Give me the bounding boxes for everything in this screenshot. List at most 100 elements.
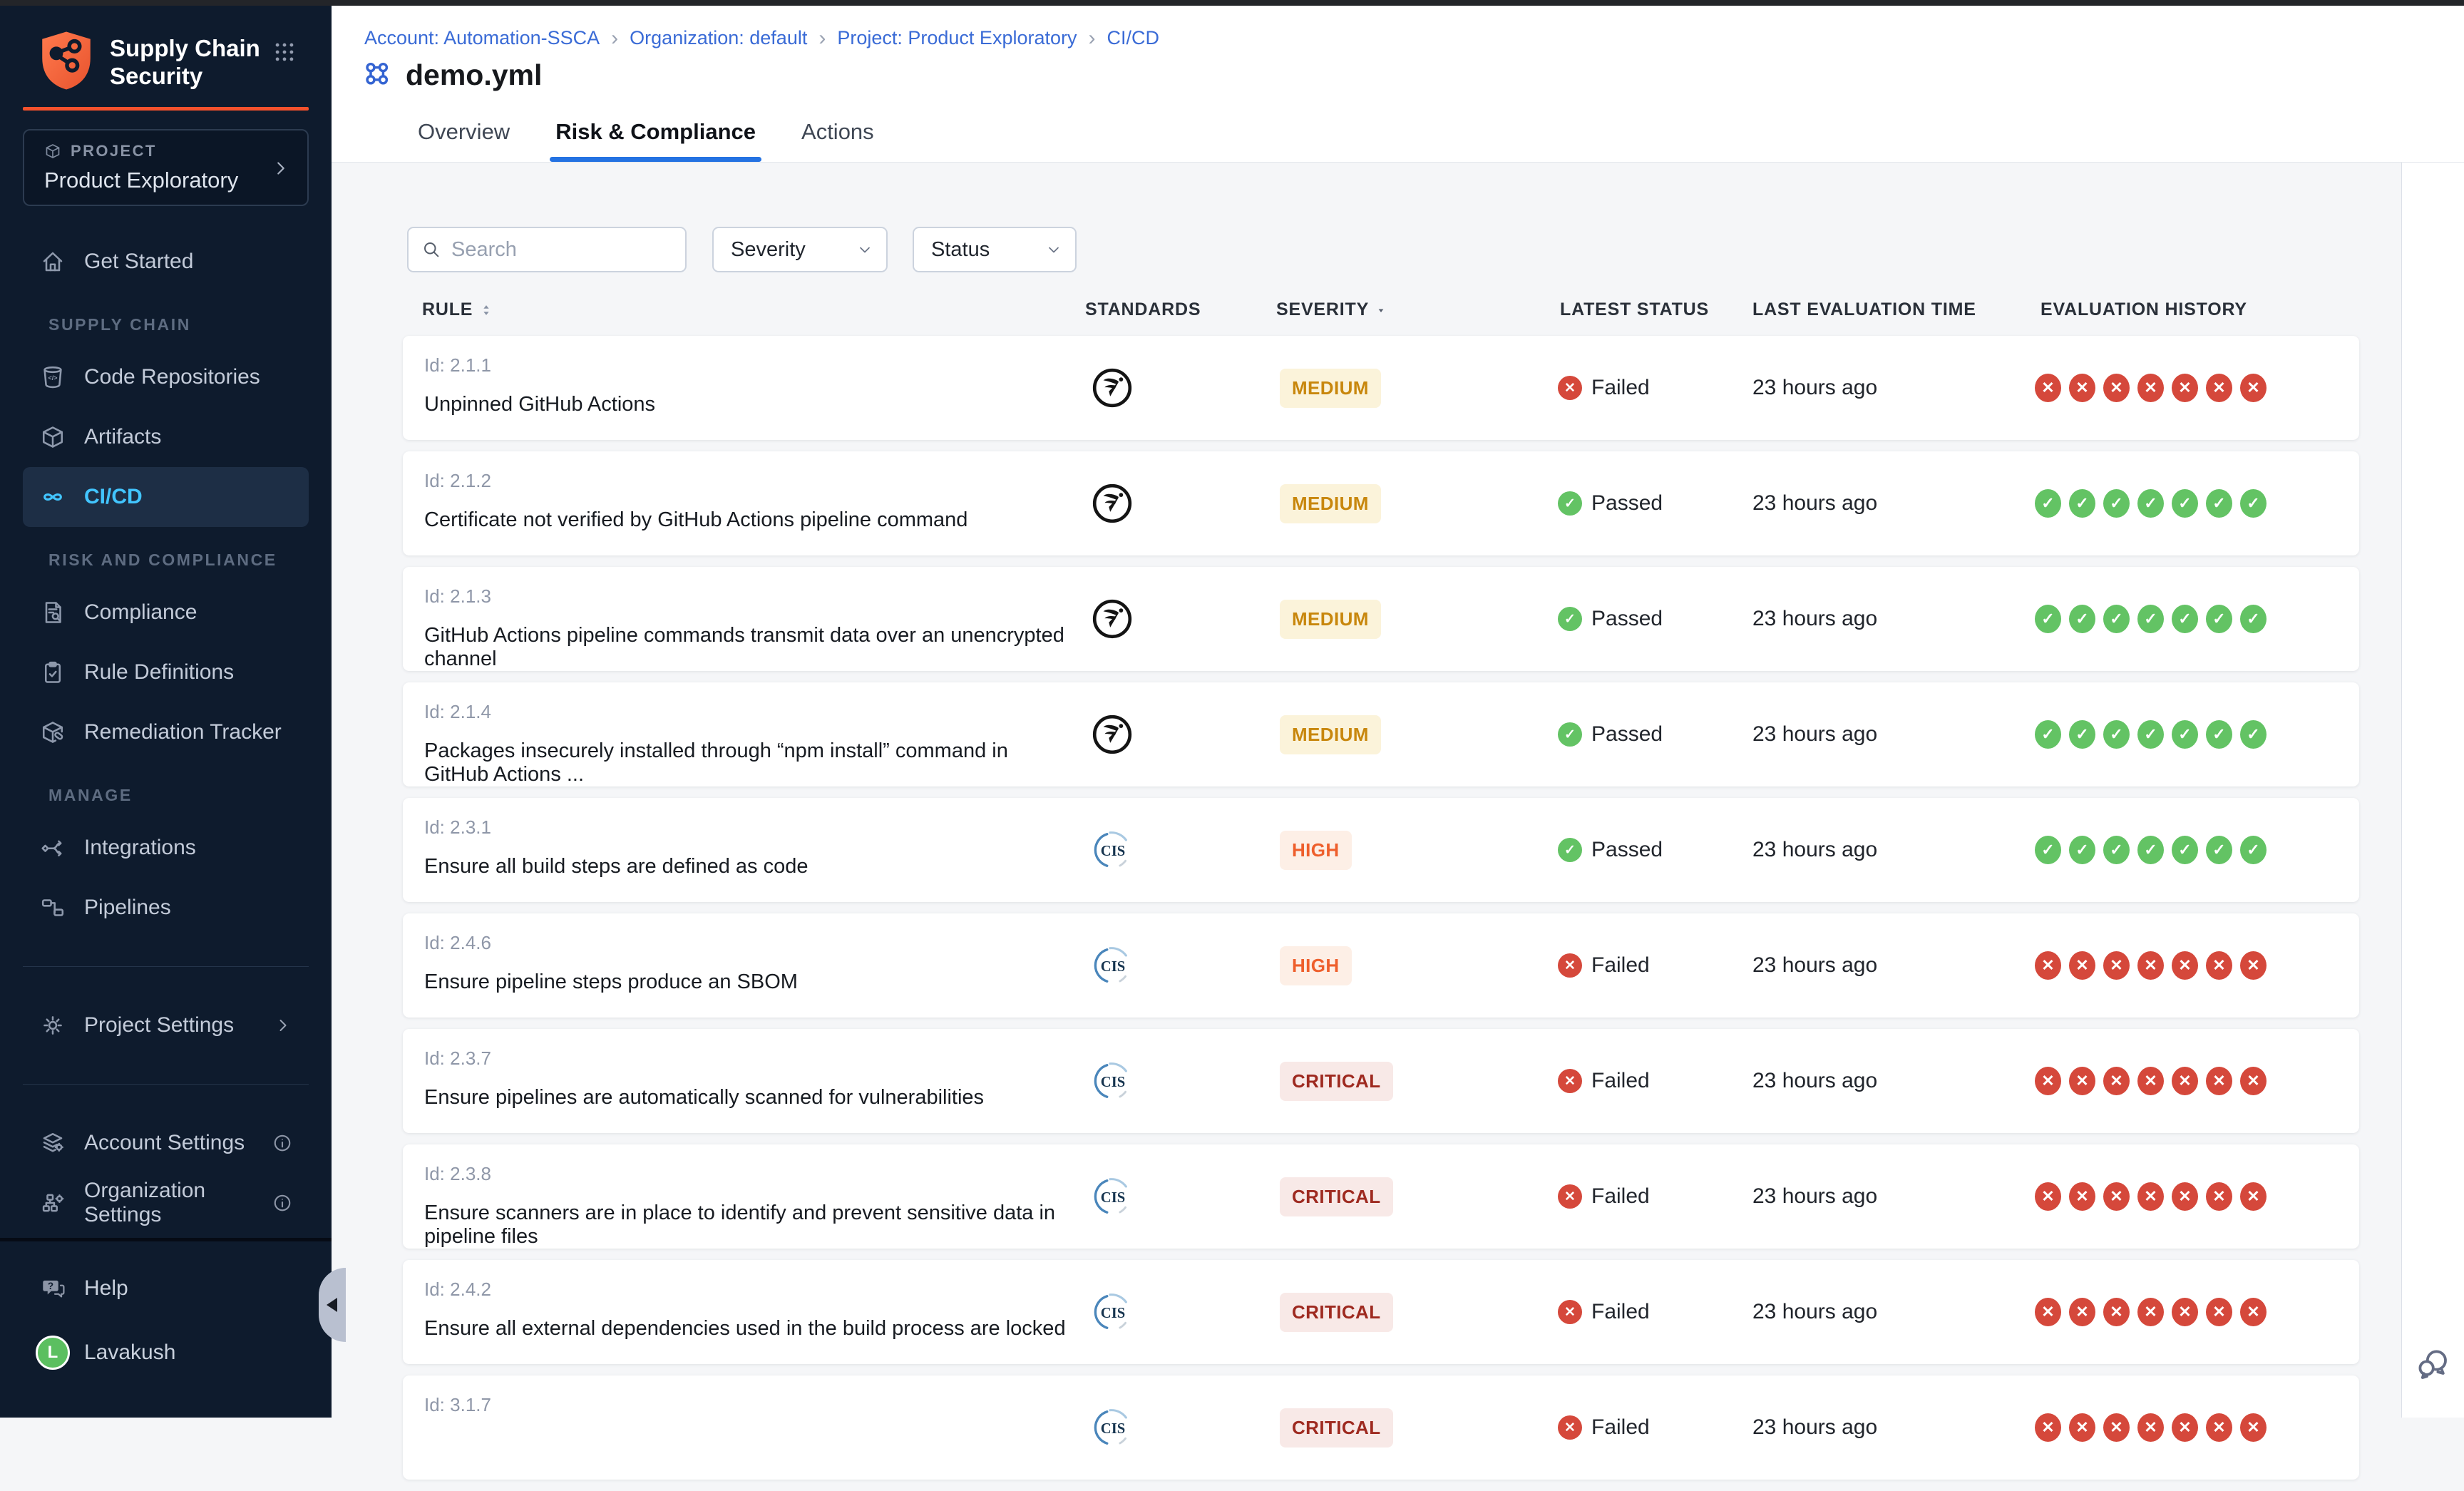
rule-row[interactable]: Id: 2.3.1 Ensure all build steps are def… <box>403 798 2359 902</box>
history-fail-icon: ✕ <box>2035 1067 2061 1095</box>
sidebar-item-remediation-tracker[interactable]: Remediation Tracker <box>23 702 309 762</box>
sidebar-item-label: Code Repositories <box>84 365 260 389</box>
evaluation-history: ✓✓✓✓✓✓✓ <box>2014 682 2359 787</box>
rules-table-body: Id: 2.1.1 Unpinned GitHub Actions MEDIUM… <box>403 336 2359 1491</box>
user-menu[interactable]: L Lavakush <box>0 1336 332 1370</box>
history-pass-icon: ✓ <box>2172 720 2198 749</box>
last-evaluation-time: 23 hours ago <box>1729 1375 2014 1480</box>
status-failed-icon: ✕ <box>1558 376 1582 400</box>
module-switcher-icon[interactable] <box>272 40 297 64</box>
status-failed-icon: ✕ <box>1558 1069 1582 1093</box>
rule-row[interactable]: Id: 2.1.4 Packages insecurely installed … <box>403 682 2359 787</box>
severity-filter-dropdown[interactable]: Severity <box>712 227 888 272</box>
sidebar-item-label: Project Settings <box>84 1013 234 1037</box>
user-name: Lavakush <box>84 1341 175 1365</box>
rule-row[interactable]: Id: 2.1.2 Certificate not verified by Gi… <box>403 451 2359 555</box>
rule-name: Packages insecurely installed through “n… <box>424 739 1066 787</box>
column-header-rule[interactable]: RULE <box>403 299 1066 320</box>
svg-text:</>: </> <box>48 374 57 381</box>
sort-desc-icon <box>1375 304 1387 317</box>
search-input[interactable] <box>451 238 672 262</box>
rule-row[interactable]: Id: 2.3.8 Ensure scanners are in place t… <box>403 1144 2359 1249</box>
last-evaluation-time: 23 hours ago <box>1729 798 2014 902</box>
status-text: Passed <box>1591 838 1663 862</box>
evaluation-history: ✕✕✕✕✕✕✕ <box>2014 913 2359 1018</box>
history-fail-icon: ✕ <box>2206 951 2232 980</box>
last-evaluation-time: 23 hours ago <box>1729 1260 2014 1364</box>
rule-row[interactable]: Id: 2.1.1 Unpinned GitHub Actions MEDIUM… <box>403 336 2359 440</box>
column-header-standards: STANDARDS <box>1066 299 1258 320</box>
chevron-right-icon <box>270 158 292 179</box>
rule-row[interactable]: Id: 2.3.7 Ensure pipelines are automatic… <box>403 1029 2359 1133</box>
rule-row[interactable]: Id: 3.1.7 CIS CRITICAL ✕ Failed 23 hours… <box>403 1375 2359 1480</box>
history-pass-icon: ✓ <box>2206 836 2232 864</box>
search-box[interactable] <box>407 227 687 272</box>
breadcrumb-link[interactable]: CI/CD <box>1107 27 1160 49</box>
cis-standard-icon: CIS <box>1090 943 1134 988</box>
history-fail-icon: ✕ <box>2240 1298 2267 1326</box>
sidebar-item-account-settings[interactable]: Account Settings <box>23 1113 309 1173</box>
last-evaluation-time: 23 hours ago <box>1729 913 2014 1018</box>
history-fail-icon: ✕ <box>2137 1067 2164 1095</box>
history-fail-icon: ✕ <box>2240 1067 2267 1095</box>
sidebar-item-code-repositories[interactable]: </> Code Repositories <box>23 347 309 407</box>
rule-id: Id: 2.1.1 <box>424 354 1066 376</box>
brand-accent-bar <box>23 107 309 111</box>
history-pass-icon: ✓ <box>2103 836 2130 864</box>
ci-cd-icon <box>40 484 66 510</box>
evaluation-history: ✕✕✕✕✕✕✕ <box>2014 1375 2359 1480</box>
tab-risk-compliance[interactable]: Risk & Compliance <box>550 119 761 162</box>
sidebar-item-ci-cd[interactable]: CI/CD <box>23 467 309 527</box>
rule-name: Ensure all external dependencies used in… <box>424 1317 1066 1341</box>
breadcrumb-link[interactable]: Organization: default <box>630 27 807 49</box>
avatar: L <box>36 1336 70 1370</box>
sidebar-item-artifacts[interactable]: Artifacts <box>23 407 309 467</box>
history-pass-icon: ✓ <box>2069 836 2095 864</box>
breadcrumb-link[interactable]: Account: Automation-SSCA <box>364 27 600 49</box>
history-fail-icon: ✕ <box>2240 374 2267 402</box>
status-filter-dropdown[interactable]: Status <box>913 227 1077 272</box>
rule-row[interactable]: Id: 2.4.6 Ensure pipeline steps produce … <box>403 913 2359 1018</box>
rule-row[interactable]: Id: 2.4.2 Ensure all external dependenci… <box>403 1260 2359 1364</box>
supply-chain-security-shield-icon <box>38 30 94 91</box>
sidebar-item-integrations[interactable]: Integrations <box>23 818 309 878</box>
sidebar-item-label: Account Settings <box>84 1131 245 1155</box>
chat-bubbles-icon[interactable] <box>2416 1346 2450 1380</box>
tab-overview[interactable]: Overview <box>412 119 515 162</box>
status-text: Failed <box>1591 376 1650 400</box>
evaluation-history: ✕✕✕✕✕✕✕ <box>2014 1144 2359 1249</box>
sidebar-item-rule-definitions[interactable]: Rule Definitions <box>23 642 309 702</box>
code-repositories-icon: </> <box>40 364 66 390</box>
rule-row[interactable]: Id: 2.1.3 GitHub Actions pipeline comman… <box>403 567 2359 671</box>
history-fail-icon: ✕ <box>2103 1298 2130 1326</box>
sidebar-item-pipelines[interactable]: Pipelines <box>23 878 309 938</box>
app-title: Supply Chain Security <box>110 34 272 90</box>
column-label: SEVERITY <box>1276 299 1369 320</box>
sidebar-item-get-started[interactable]: Get Started <box>23 232 309 292</box>
history-pass-icon: ✓ <box>2103 720 2130 749</box>
history-pass-icon: ✓ <box>2137 489 2164 518</box>
sidebar-item-label: Integrations <box>84 836 196 860</box>
tab-actions[interactable]: Actions <box>796 119 880 162</box>
sidebar-item-project-settings[interactable]: Project Settings <box>23 995 309 1055</box>
chevron-right-icon <box>273 1015 293 1035</box>
sidebar-item-organization-settings[interactable]: Organization Settings <box>23 1173 309 1233</box>
breadcrumb-separator: › <box>611 29 618 48</box>
severity-badge: CRITICAL <box>1280 1177 1393 1216</box>
breadcrumb-link[interactable]: Project: Product Exploratory <box>837 27 1077 49</box>
cicd-standard-icon <box>1090 597 1134 641</box>
svg-text:CIS: CIS <box>1101 1306 1125 1321</box>
sidebar-item-compliance[interactable]: Compliance <box>23 583 309 642</box>
severity-badge: MEDIUM <box>1280 715 1381 754</box>
rule-id: Id: 2.3.1 <box>424 816 1066 839</box>
history-fail-icon: ✕ <box>2103 1413 2130 1442</box>
info-icon <box>272 1132 293 1154</box>
integrations-icon <box>40 835 66 861</box>
severity-badge: HIGH <box>1280 946 1352 985</box>
history-fail-icon: ✕ <box>2206 1298 2232 1326</box>
history-fail-icon: ✕ <box>2035 951 2061 980</box>
column-header-severity[interactable]: SEVERITY <box>1258 299 1536 320</box>
brand: Supply Chain Security <box>0 6 332 91</box>
project-selector[interactable]: PROJECT Product Exploratory <box>23 129 309 206</box>
sidebar-item-help[interactable]: ? Help <box>0 1260 332 1317</box>
